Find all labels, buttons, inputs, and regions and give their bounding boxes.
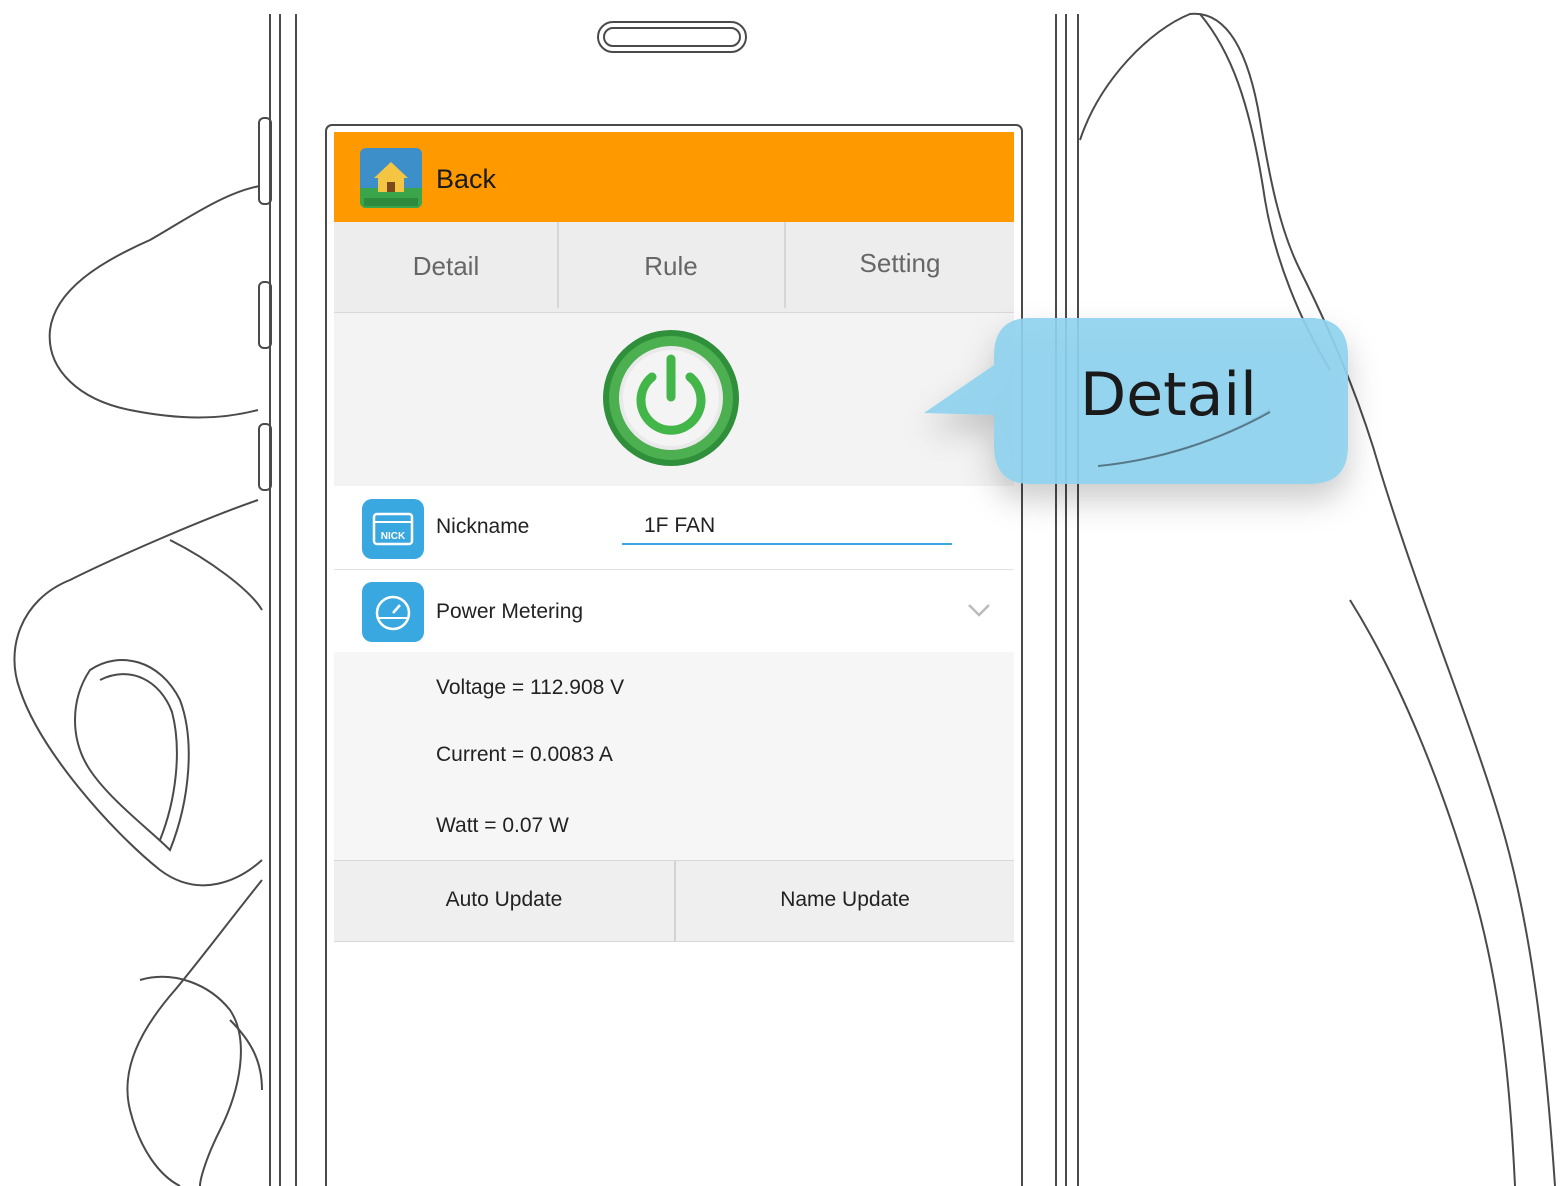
tab-setting[interactable]: Setting (786, 219, 1014, 309)
power-metering-label: Power Metering (436, 600, 584, 623)
action-bar: Auto Update Name Update (334, 860, 1014, 942)
name-update-button[interactable]: Name Update (676, 861, 1014, 941)
gauge-icon (362, 582, 424, 642)
power-button[interactable] (600, 327, 742, 469)
tab-detail[interactable]: Detail (334, 222, 558, 312)
power-section (334, 313, 1014, 486)
back-button[interactable]: Back (436, 164, 496, 195)
svg-text:NICK: NICK (381, 531, 406, 542)
watt-value: Watt = 0.07 W (436, 814, 569, 837)
chevron-down-icon[interactable] (966, 598, 992, 622)
nick-icon: NICK (362, 499, 424, 559)
auto-update-button[interactable]: Auto Update (334, 861, 674, 941)
voltage-value: Voltage = 112.908 V (436, 676, 625, 699)
current-value: Current = 0.0083 A (436, 743, 613, 766)
nickname-row: NICK Nickname (334, 487, 1014, 570)
nickname-label: Nickname (436, 515, 530, 538)
tab-rule[interactable]: Rule (558, 222, 784, 312)
tab-bar: Detail Rule Setting (334, 222, 1014, 313)
phone-screen: Back Detail Rule Setting NICK Nickname 1… (334, 132, 1014, 1186)
smart-home-app-icon[interactable] (360, 148, 422, 208)
callout-label: Detail (1080, 360, 1257, 430)
nickname-input[interactable] (622, 509, 952, 545)
metering-values: Voltage = 112.908 V Current = 0.0083 A W… (334, 652, 1014, 860)
app-header: Back (334, 132, 1014, 222)
power-metering-row[interactable]: Power Metering (334, 570, 1014, 653)
